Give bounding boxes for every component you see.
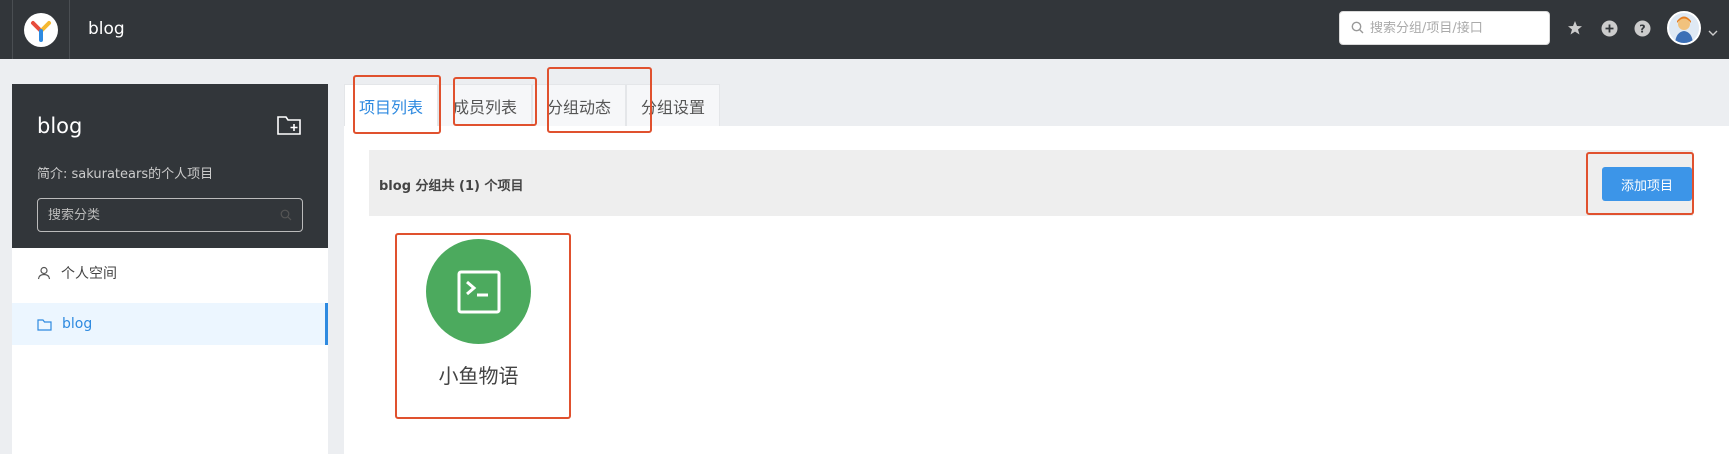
svg-text:?: ? (1639, 22, 1645, 35)
top-bar: blog ? (0, 0, 1729, 59)
category-search[interactable] (37, 198, 303, 232)
search-icon (1351, 19, 1364, 38)
tab-bar: 项目列表 成员列表 分组动态 分组设置 (344, 84, 721, 126)
add-project-button[interactable]: 添加项目 (1602, 167, 1692, 201)
tab-group-settings[interactable]: 分组设置 (626, 84, 721, 126)
project-summary-bar: blog 分组共 (1) 个项目 添加项目 (369, 150, 1693, 216)
project-list-panel: blog 分组共 (1) 个项目 添加项目 小鱼物语 (344, 126, 1729, 454)
sidebar-item-personal-space[interactable]: 个人空间 (12, 252, 328, 294)
sidebar-item-blog[interactable]: blog (12, 303, 328, 345)
main-panel: 项目列表 成员列表 分组动态 分组设置 blog 分组共 (1) 个项目 添加项… (344, 84, 1729, 454)
tab-project-list[interactable]: 项目列表 (344, 84, 439, 126)
search-icon (280, 206, 292, 225)
app-title: blog (88, 19, 125, 39)
group-name: blog (37, 114, 83, 138)
sidebar-item-label: 个人空间 (61, 266, 117, 282)
plus-circle-icon[interactable] (1599, 18, 1619, 38)
sidebar: blog 简介: sakuratears的个人项目 个人空间 blog (12, 84, 328, 454)
group-description: 简介: sakuratears的个人项目 (37, 167, 214, 182)
folder-add-icon[interactable] (277, 114, 303, 140)
chevron-down-icon[interactable] (1708, 22, 1718, 41)
star-icon[interactable] (1565, 18, 1585, 38)
project-card[interactable]: 小鱼物语 (401, 229, 556, 409)
folder-icon (37, 318, 52, 331)
question-circle-icon[interactable]: ? (1632, 18, 1652, 38)
avatar[interactable] (1667, 11, 1701, 45)
tab-group-activity[interactable]: 分组动态 (532, 84, 627, 126)
app-logo (24, 12, 58, 47)
terminal-icon (426, 239, 531, 344)
global-search-input[interactable] (1370, 20, 1540, 36)
group-header: blog 简介: sakuratears的个人项目 (12, 84, 328, 248)
project-name: 小鱼物语 (438, 364, 519, 388)
category-search-input[interactable] (48, 207, 248, 223)
tab-member-list[interactable]: 成员列表 (438, 84, 533, 126)
sidebar-item-label: blog (62, 316, 93, 332)
user-icon (37, 266, 51, 280)
global-search[interactable] (1339, 11, 1550, 45)
project-count-text: blog 分组共 (1) 个项目 (379, 179, 524, 194)
logo-link[interactable] (12, 0, 70, 59)
